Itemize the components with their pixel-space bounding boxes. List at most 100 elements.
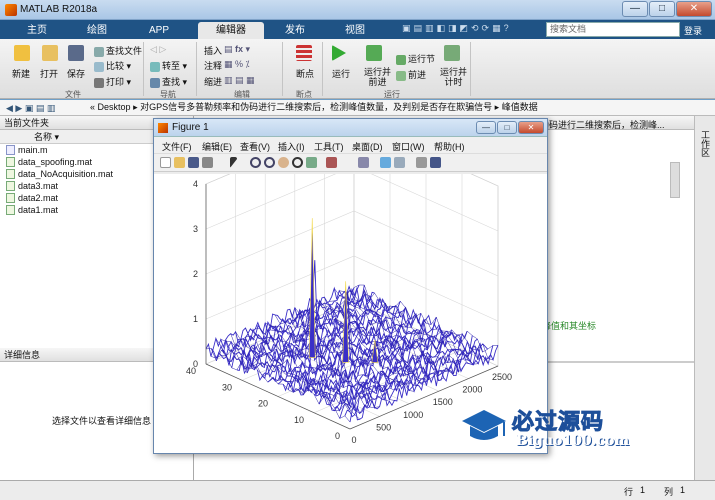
- indent-button[interactable]: 缩进: [204, 75, 222, 88]
- insert-button[interactable]: 插入: [204, 44, 222, 57]
- menu-tools[interactable]: 工具(T): [314, 140, 344, 153]
- quick-access-toolbar[interactable]: ▣▤▥◧◨◩⟲⟳▦?: [402, 23, 542, 36]
- y-tick-label: 40: [186, 366, 196, 376]
- tab-apps[interactable]: APP: [130, 22, 188, 39]
- graduation-cap-icon: [462, 410, 506, 440]
- run-advance-button[interactable]: 运行并 前进: [364, 67, 391, 87]
- zoom-in-icon[interactable]: [250, 157, 261, 168]
- link-plot-icon[interactable]: [358, 157, 369, 168]
- col-label: 列: [664, 487, 674, 497]
- comment-button[interactable]: 注释: [204, 59, 222, 72]
- print-figure-icon[interactable]: [202, 157, 213, 168]
- tab-plots[interactable]: 绘图: [68, 22, 126, 39]
- workspace-panel[interactable]: 工作区: [694, 116, 715, 480]
- menu-desktop[interactable]: 桌面(D): [352, 140, 383, 153]
- find-button[interactable]: 查找 ▾: [150, 75, 187, 88]
- tab-publish[interactable]: 发布: [266, 22, 324, 39]
- find-files-button[interactable]: 查找文件: [94, 44, 142, 57]
- rotate-3d-icon[interactable]: [292, 157, 303, 168]
- goto-button[interactable]: 转至 ▾: [150, 59, 187, 72]
- col-number: 1: [680, 485, 686, 495]
- figure-maximize-button[interactable]: □: [497, 121, 517, 134]
- figure-titlebar[interactable]: Figure 1 — □ ✕: [154, 119, 547, 137]
- minimize-button[interactable]: —: [622, 1, 648, 17]
- section-file: 文件: [65, 90, 81, 99]
- brush-icon[interactable]: [326, 157, 337, 168]
- menu-help[interactable]: 帮助(H): [434, 140, 465, 153]
- mat-file-icon: [6, 157, 15, 167]
- open-button[interactable]: 打开: [40, 67, 58, 80]
- compare-button[interactable]: 比较 ▾: [94, 59, 131, 72]
- run-section-button[interactable]: 运行节: [396, 52, 435, 65]
- tab-view[interactable]: 视图: [326, 22, 384, 39]
- comment-tools-icons[interactable]: ▦ % ⁒: [224, 59, 250, 70]
- figure-close-button[interactable]: ✕: [518, 121, 544, 134]
- breadcrumb-back[interactable]: «: [90, 102, 95, 112]
- search-docs-input[interactable]: 搜索文档: [546, 22, 680, 37]
- menu-edit[interactable]: 编辑(E): [202, 140, 232, 153]
- section-breakpoints: 断点: [296, 90, 312, 99]
- y-axis-line: [205, 363, 351, 430]
- menu-file[interactable]: 文件(F): [162, 140, 192, 153]
- menu-insert[interactable]: 插入(I): [278, 140, 305, 153]
- advance-icon: [396, 70, 406, 81]
- separator: [143, 42, 144, 96]
- editor-scrollbar[interactable]: [670, 162, 680, 198]
- run-time-button[interactable]: 运行并 计时: [440, 67, 467, 87]
- x-tick-label: 2500: [492, 372, 512, 382]
- dock-icon[interactable]: [430, 157, 441, 168]
- breadcrumb-peak-data[interactable]: 峰值数据: [502, 102, 538, 112]
- print-button[interactable]: 打印 ▾: [94, 75, 131, 88]
- matlab-logo-icon: [5, 4, 17, 16]
- x-tick-label: 1000: [403, 410, 423, 420]
- save-figure-icon[interactable]: [188, 157, 199, 168]
- workspace-label[interactable]: 工作区: [699, 130, 712, 157]
- section-navigate: 导航: [160, 90, 176, 99]
- nav-buttons-icon[interactable]: ◀ ▶ ▣ ▤ ▥: [6, 101, 55, 115]
- hide-tools-icon[interactable]: [416, 157, 427, 168]
- figure-minimize-button[interactable]: —: [476, 121, 496, 134]
- nav-arrows-icon[interactable]: ◁ ▷: [150, 44, 166, 55]
- pan-hand-icon[interactable]: [278, 157, 289, 168]
- advance-button[interactable]: 前进: [396, 68, 426, 81]
- tab-editor[interactable]: 编辑器: [198, 22, 264, 39]
- indent-tools-icons[interactable]: ▥ ▤ ▦: [224, 75, 255, 86]
- editor-tab-text[interactable]: 伪码进行二维搜索后，检测峰...: [540, 118, 665, 131]
- run-button[interactable]: 运行: [332, 67, 350, 80]
- new-button[interactable]: 新建: [12, 67, 30, 80]
- new-figure-icon[interactable]: [160, 157, 171, 168]
- save-button[interactable]: 保存: [67, 67, 85, 80]
- x-tick-label: 1500: [433, 397, 453, 407]
- close-button[interactable]: ✕: [676, 1, 712, 17]
- data-cursor-icon[interactable]: [306, 157, 317, 168]
- line-label: 行: [624, 487, 634, 497]
- breakpoints-icon: [296, 45, 312, 61]
- compare-icon: [94, 61, 104, 72]
- section-edit: 编辑: [234, 90, 250, 99]
- zoom-out-icon[interactable]: [264, 157, 275, 168]
- save-icon: [68, 45, 84, 61]
- legend-icon[interactable]: [394, 157, 405, 168]
- figure-title: Figure 1: [172, 122, 209, 133]
- window-title: MATLAB R2018a: [20, 4, 98, 15]
- maximize-button[interactable]: □: [649, 1, 675, 17]
- address-bar[interactable]: ◀ ▶ ▣ ▤ ▥ « Desktop ▸ 对GPS信号多普勒频率和伪码进行二维…: [0, 100, 715, 116]
- menu-window[interactable]: 窗口(W): [392, 140, 425, 153]
- login-link[interactable]: 登录: [684, 24, 702, 37]
- breadcrumb-project[interactable]: 对GPS信号多普勒频率和伪码进行二维搜索后，检测峰值数量，及判别是否存在欺骗信号: [140, 102, 492, 112]
- z-tick-label: 1: [193, 314, 198, 324]
- open-file-icon[interactable]: [174, 157, 185, 168]
- figure-menubar: 文件(F) 编辑(E) 查看(V) 插入(I) 工具(T) 桌面(D) 窗口(W…: [154, 137, 547, 154]
- colorbar-icon[interactable]: [380, 157, 391, 168]
- tab-home[interactable]: 主页: [8, 22, 66, 39]
- breakpoints-button[interactable]: 断点: [296, 67, 314, 80]
- separator: [282, 42, 283, 96]
- pointer-icon[interactable]: [230, 157, 237, 168]
- edit-tools-icons[interactable]: ▤ fx ▾: [224, 44, 250, 55]
- menu-view[interactable]: 查看(V): [240, 140, 270, 153]
- figure-toolbar: [154, 154, 547, 172]
- run-icon: [332, 45, 346, 61]
- find-icon: [150, 77, 160, 88]
- breadcrumb-desktop[interactable]: Desktop: [98, 102, 131, 112]
- y-tick-label: 10: [294, 415, 304, 425]
